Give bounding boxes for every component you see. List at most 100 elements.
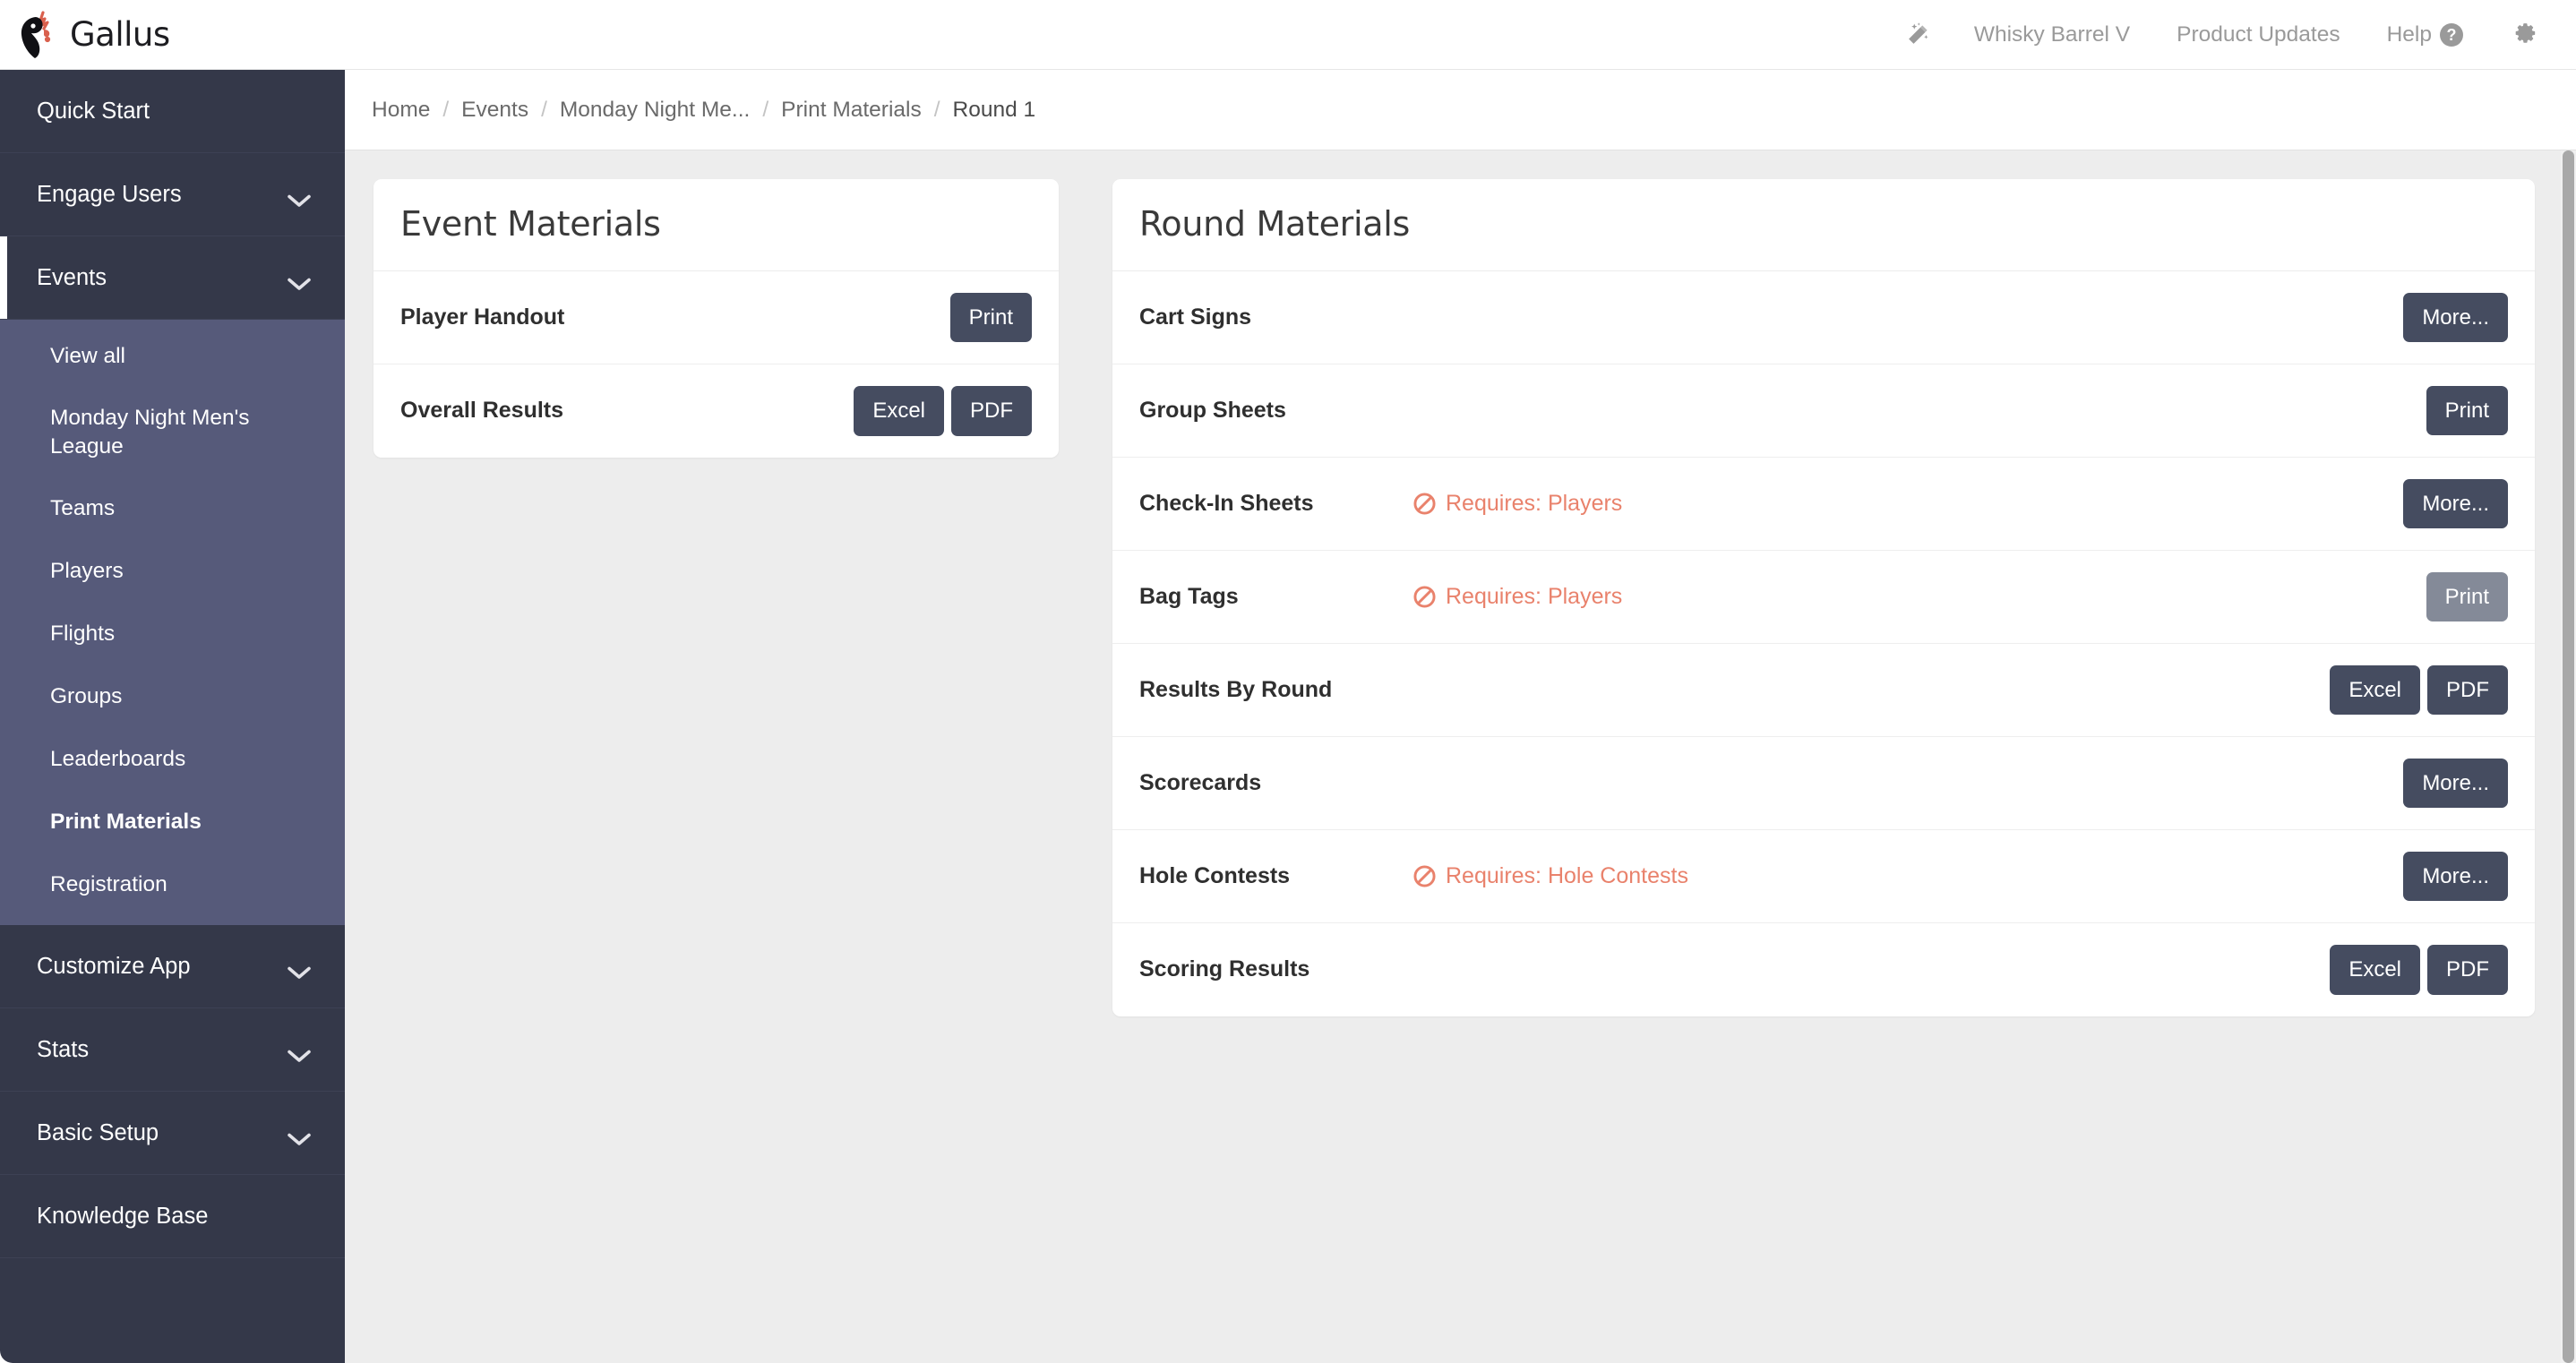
sidebar-item-quick-start[interactable]: Quick Start [0, 70, 345, 153]
status-badge-requires: Requires: Players [1408, 584, 2426, 610]
topnav-item-help[interactable]: Help ? [2364, 22, 2486, 47]
sidebar-item-teams[interactable]: Teams [0, 477, 345, 540]
sidebar-item-view-all[interactable]: View all [0, 325, 345, 388]
sidebar-item-stats[interactable]: Stats [0, 1008, 345, 1092]
magic-wand-icon[interactable] [1885, 21, 1951, 48]
excel-button[interactable]: Excel [2330, 664, 2420, 716]
sidebar-item-print-materials[interactable]: Print Materials [0, 791, 345, 853]
event-materials-card: Event Materials Player Handout Print Ove… [374, 179, 1059, 458]
rooster-icon [16, 10, 61, 60]
material-actions: Excel PDF [854, 386, 1032, 436]
sidebar: Quick Start Engage Users Events View all… [0, 70, 345, 1363]
topnav-item-whisky-barrel-v[interactable]: Whisky Barrel V [1951, 22, 2153, 47]
sidebar-item-leaderboards[interactable]: Leaderboards [0, 728, 345, 791]
material-label: Cart Signs [1139, 304, 1252, 330]
page-title-event-materials: Event Materials [400, 204, 661, 244]
material-actions: Print [2426, 385, 2508, 436]
sidebar-item-players[interactable]: Players [0, 540, 345, 603]
chevron-down-icon [288, 271, 311, 290]
material-label: Player Handout [400, 304, 565, 330]
material-row-cart-signs: Cart Signs More... [1112, 271, 2535, 364]
round-materials-header: Round Materials [1112, 179, 2535, 271]
material-row-results-by-round: Results By Round Excel PDF [1112, 644, 2535, 737]
sidebar-item-knowledge-base[interactable]: Knowledge Base [0, 1175, 345, 1258]
material-row-bag-tags: Bag Tags Requires: Players Print [1112, 551, 2535, 644]
prohibition-icon [1413, 864, 1437, 888]
sidebar-subitem-label: Print Materials [50, 810, 202, 834]
material-actions: Excel PDF [2330, 945, 2508, 995]
topnav-label: Whisky Barrel V [1973, 21, 2131, 47]
material-actions: Excel PDF [2330, 664, 2508, 716]
event-materials-header: Event Materials [374, 179, 1059, 271]
print-button[interactable]: Print [949, 292, 1032, 343]
requires-label: Requires: Players [1446, 491, 1623, 516]
chevron-down-icon [288, 1043, 311, 1062]
top-navigation: Whisky Barrel V Product Updates Help ? [1885, 21, 2576, 48]
material-row-hole-contests: Hole Contests Requires: Hole Contests Mo… [1112, 830, 2535, 923]
pdf-button[interactable]: PDF [2427, 664, 2508, 716]
sidebar-item-label: Basic Setup [37, 1119, 159, 1145]
sidebar-subitem-label: Groups [50, 684, 123, 708]
excel-button[interactable]: Excel [2330, 945, 2420, 995]
breadcrumb-item-events[interactable]: Events [461, 98, 528, 123]
sidebar-item-flights[interactable]: Flights [0, 603, 345, 665]
top-bar: Gallus Whisky Barrel V Product Updates H [0, 0, 2576, 70]
round-materials-card: Round Materials Cart Signs More... Group… [1112, 179, 2535, 1016]
material-actions: More... [2403, 478, 2508, 529]
sidebar-subitem-label: Monday Night Men's League [50, 405, 250, 459]
breadcrumb-separator: / [933, 97, 940, 122]
sidebar-item-label: Events [37, 264, 107, 290]
requires-label: Requires: Hole Contests [1446, 863, 1688, 888]
sidebar-submenu-events: View all Monday Night Men's League Teams… [0, 320, 345, 925]
sidebar-subitem-label: Registration [50, 872, 167, 896]
pdf-button[interactable]: PDF [951, 386, 1032, 436]
material-row-scoring-results: Scoring Results Excel PDF [1112, 923, 2535, 1016]
sidebar-subitem-label: View all [50, 344, 125, 368]
material-label: Bag Tags [1139, 583, 1239, 609]
excel-button[interactable]: Excel [854, 386, 944, 436]
breadcrumb-item-event[interactable]: Monday Night Me... [560, 98, 750, 123]
topnav-label: Help [2386, 21, 2432, 47]
requires-label: Requires: Players [1446, 584, 1623, 609]
status-badge-requires: Requires: Hole Contests [1408, 863, 2403, 889]
more-button[interactable]: More... [2403, 478, 2508, 529]
sidebar-item-groups[interactable]: Groups [0, 665, 345, 728]
material-actions: Print [949, 292, 1032, 343]
brand-name: Gallus [70, 15, 170, 54]
sidebar-item-events[interactable]: Events [0, 236, 345, 320]
material-row-check-in-sheets: Check-In Sheets Requires: Players More..… [1112, 458, 2535, 551]
pdf-button[interactable]: PDF [2427, 945, 2508, 995]
sidebar-item-customize-app[interactable]: Customize App [0, 925, 345, 1008]
sidebar-item-registration[interactable]: Registration [0, 853, 345, 916]
chevron-down-icon [288, 1127, 311, 1145]
prohibition-icon [1413, 492, 1437, 516]
scrollbar-thumb[interactable] [2563, 150, 2574, 1363]
topnav-item-product-updates[interactable]: Product Updates [2153, 22, 2364, 47]
breadcrumb-item-print-materials[interactable]: Print Materials [781, 98, 922, 123]
material-label: Hole Contests [1139, 862, 1291, 888]
material-row-overall-results: Overall Results Excel PDF [374, 364, 1059, 458]
status-badge-requires: Requires: Players [1408, 491, 2403, 517]
sidebar-item-monday-night-mens-league[interactable]: Monday Night Men's League [0, 388, 345, 477]
brand[interactable]: Gallus [0, 10, 170, 60]
breadcrumb-item-home[interactable]: Home [372, 98, 430, 123]
help-question-icon: ? [2440, 22, 2463, 47]
vertical-scrollbar[interactable] [2561, 150, 2576, 1363]
sidebar-item-engage-users[interactable]: Engage Users [0, 153, 345, 236]
material-actions: More... [2403, 758, 2508, 809]
breadcrumb-item-round-1: Round 1 [952, 97, 1036, 122]
print-button[interactable]: Print [2426, 385, 2508, 436]
more-button[interactable]: More... [2403, 851, 2508, 902]
sidebar-item-basic-setup[interactable]: Basic Setup [0, 1092, 345, 1175]
prohibition-icon [1413, 585, 1437, 609]
sidebar-subitem-label: Flights [50, 621, 116, 646]
material-label: Group Sheets [1139, 397, 1286, 423]
material-label: Scorecards [1139, 769, 1262, 795]
material-label: Check-In Sheets [1139, 490, 1314, 516]
material-actions: More... [2403, 292, 2508, 343]
more-button[interactable]: More... [2403, 758, 2508, 809]
gear-icon[interactable] [2486, 21, 2546, 48]
more-button[interactable]: More... [2403, 292, 2508, 343]
material-row-player-handout: Player Handout Print [374, 271, 1059, 364]
sidebar-item-label: Knowledge Base [37, 1203, 209, 1229]
